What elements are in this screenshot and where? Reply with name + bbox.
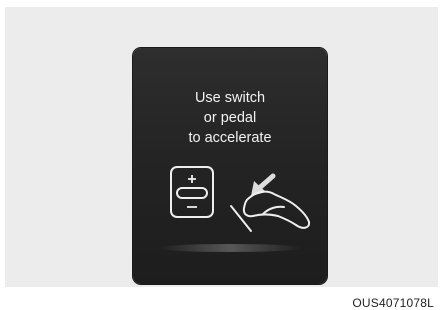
reflection xyxy=(158,244,302,252)
figure-code: OUS4071078L xyxy=(352,296,434,310)
accelerator-pedal-icon xyxy=(230,190,311,232)
cluster-display: Use switch or pedal to accelerate xyxy=(133,48,327,284)
figure-frame: Use switch or pedal to accelerate OUS407… xyxy=(5,7,438,310)
plus-minus-switch-icon xyxy=(170,166,214,218)
illustration xyxy=(158,166,311,252)
